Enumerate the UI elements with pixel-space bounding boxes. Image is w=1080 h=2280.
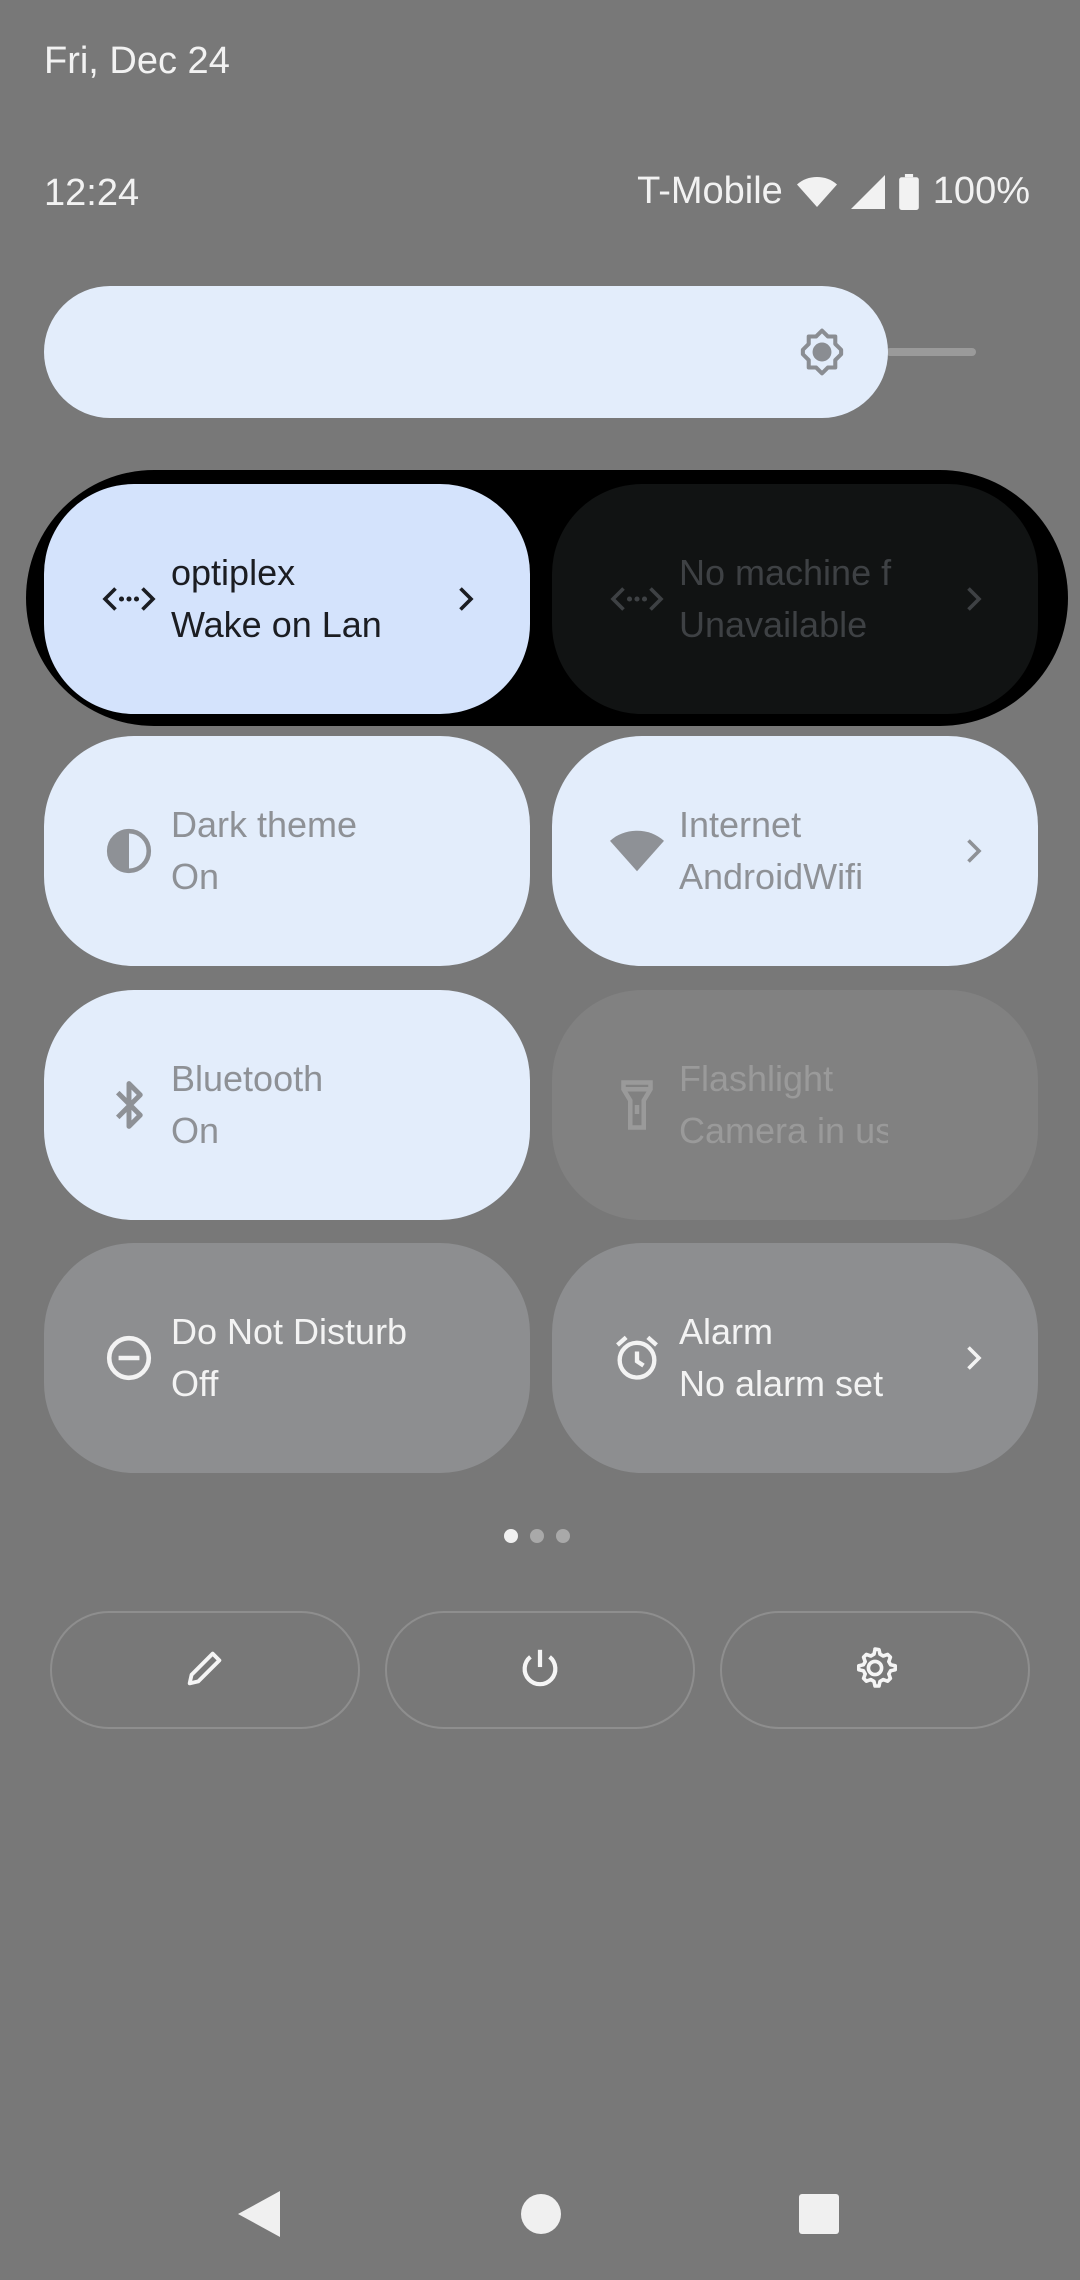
wake-on-lan-icon [610,572,664,626]
settings-button[interactable] [720,1611,1030,1729]
brightness-icon [795,325,849,379]
back-icon[interactable] [236,2189,282,2244]
tile-label: Flashlight [679,1058,834,1099]
tile-label: Internet [679,804,802,845]
tile-alarm[interactable]: Alarm No alarm set [552,1243,1038,1473]
tile-sublabel: AndroidWifi [679,856,864,897]
tile-bluetooth[interactable]: Bluetooth On [44,990,530,1220]
edit-button[interactable] [50,1611,360,1729]
wake-on-lan-icon [102,572,156,626]
dark-theme-icon [102,824,156,878]
page-indicator [504,1529,570,1543]
wifi-icon [796,175,837,209]
tile-sublabel: On [171,1110,220,1151]
chevron-right-icon [450,584,480,614]
settings-icon [851,1644,899,1697]
tile-internet[interactable]: Internet AndroidWifi [552,736,1038,966]
tile-label: Alarm [679,1311,774,1352]
brightness-slider-fill[interactable] [44,286,888,418]
chevron-right-icon [958,584,988,614]
edit-icon [182,1645,228,1696]
tile-sublabel: On [171,856,220,897]
status-bar-right: T-Mobile 100% [637,170,1030,213]
tile-label: optiplex [171,552,296,593]
tile-wake-on-lan-unavailable[interactable]: No machine f Unavailable [552,484,1038,714]
page-dot [504,1529,518,1543]
battery-icon [898,173,919,210]
do-not-disturb-icon [102,1331,156,1385]
flashlight-icon [610,1078,664,1132]
tile-flashlight[interactable]: Flashlight Camera in use [552,990,1038,1220]
tile-label: Bluetooth [171,1058,324,1099]
tile-label: No machine f [679,552,892,593]
tile-sublabel: Unavailable [679,604,868,645]
tile-dark-theme[interactable]: Dark theme On [44,736,530,966]
tile-sublabel: Wake on Lan [171,604,380,645]
date-label: Fri, Dec 24 [44,40,230,82]
tile-sublabel: Off [171,1363,219,1404]
brightness-slider-track [886,348,976,356]
tile-do-not-disturb[interactable]: Do Not Disturb Off [44,1243,530,1473]
alarm-icon [610,1331,664,1385]
battery-percent: 100% [932,170,1030,212]
clock: 12:24 [44,172,140,214]
page-dot [556,1529,570,1543]
tile-label: Dark theme [171,804,358,845]
chevron-right-icon [958,1343,988,1373]
power-button[interactable] [385,1611,695,1729]
page-dot [530,1529,544,1543]
cell-signal-icon [850,174,885,209]
chevron-right-icon [958,836,988,866]
tile-sublabel: Camera in use [679,1110,888,1151]
tile-label: Do Not Disturb [171,1311,408,1352]
carrier-label: T-Mobile [637,170,783,212]
tile-wake-on-lan-optiplex[interactable]: optiplex Wake on Lan [44,484,530,714]
wifi-icon [610,824,664,878]
recents-icon[interactable] [799,2194,839,2239]
power-icon [517,1645,563,1696]
bluetooth-icon [102,1078,156,1132]
home-icon[interactable] [521,2194,561,2239]
tile-sublabel: No alarm set [679,1363,884,1404]
